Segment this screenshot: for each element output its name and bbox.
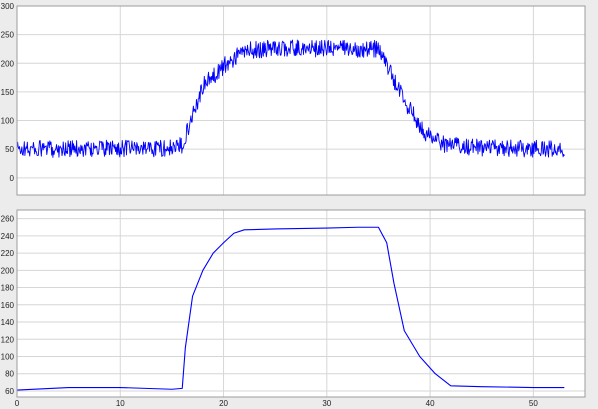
y-tick-label: 200 [1, 59, 15, 68]
y-tick-label: 150 [1, 88, 15, 97]
top-plot: 0 50 100 150 200 250 300 [1, 2, 586, 196]
y-tick-label: 300 [1, 2, 15, 11]
y-tick-label: 120 [1, 335, 15, 344]
y-tick-label: 80 [5, 370, 14, 379]
y-tick-label: 160 [1, 301, 15, 310]
scope-figure: 050100150200250300 608010012014016018020… [0, 0, 598, 409]
y-tick-label: 60 [5, 387, 14, 396]
x-tick-label: 20 [219, 399, 228, 408]
y-tick-label: 100 [1, 352, 15, 361]
x-tick-label: 50 [529, 399, 538, 408]
x-tick-label: 0 [15, 399, 20, 408]
y-tick-label: 260 [1, 215, 15, 224]
axes-background [16, 209, 586, 398]
x-tick-label: 10 [116, 399, 125, 408]
y-tick-label: 200 [1, 266, 15, 275]
y-tick-label: 220 [1, 249, 15, 258]
bottom-plot: 60 80 100 120 140 160 180 200 220 240 260 0 10 20 30 40… [1, 209, 586, 408]
y-tick-label: 250 [1, 31, 15, 40]
y-tick-label: 240 [1, 232, 15, 241]
x-tick-label: 40 [426, 399, 435, 408]
x-tick-label: 30 [322, 399, 331, 408]
y-tick-label: 140 [1, 318, 15, 327]
y-tick-label: 100 [1, 117, 15, 126]
y-tick-label: 50 [5, 145, 14, 154]
y-tick-label: 180 [1, 284, 15, 293]
y-tick-label: 0 [10, 174, 15, 183]
